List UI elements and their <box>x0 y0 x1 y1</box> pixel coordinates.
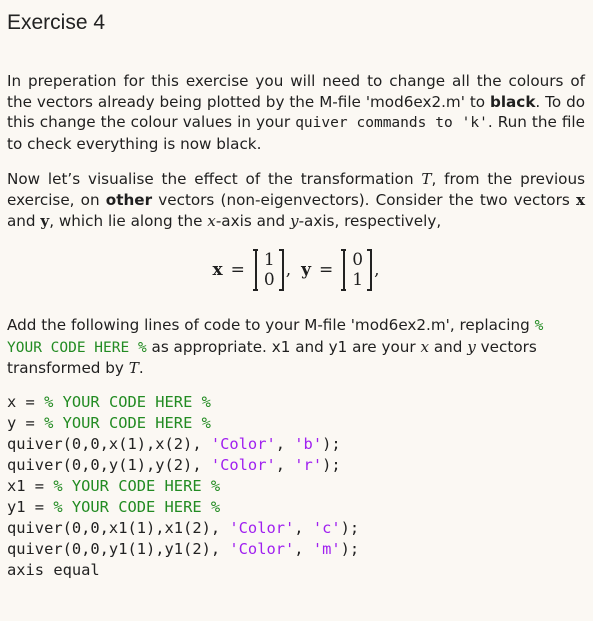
text: , which lie along the <box>49 211 208 230</box>
code-line: quiver(0,0,x(1),x(2), 'Color', 'b'); <box>7 434 585 455</box>
code-text: x = <box>7 392 45 411</box>
code-string: 'Color' <box>210 434 276 453</box>
code-text: , <box>275 434 295 453</box>
transformation-paragraph: Now let’s visualise the effect of the tr… <box>7 169 585 231</box>
x-vec-entry: 1 <box>263 250 275 271</box>
code-text: ); <box>322 455 341 474</box>
code-text: ); <box>340 539 360 558</box>
math-x: x <box>207 211 216 230</box>
code-line: quiver(0,0,y(1),y(2), 'Color', 'r'); <box>7 455 585 476</box>
code-string: 'Color' <box>229 539 295 558</box>
page-title: Exercise 4 <box>7 11 106 34</box>
code-line: y1 = % YOUR CODE HERE % <box>7 497 585 518</box>
bold-black: black <box>489 92 536 111</box>
math-y: y <box>289 211 299 230</box>
instructions-paragraph: Add the following lines of code to your … <box>7 315 585 379</box>
code-text: y1 = <box>7 497 54 516</box>
code-string: 'c' <box>312 518 341 537</box>
code-text: quiver(0,0,x(1),x(2), <box>7 434 211 453</box>
code-comment: % YOUR CODE HERE % <box>44 392 211 411</box>
math-vector-x: x <box>575 190 585 209</box>
exercise-page: Exercise 4 In preperation for this exerc… <box>0 0 593 581</box>
text: Now let’s visualise the effect of the tr… <box>7 170 422 189</box>
text: and <box>7 211 41 230</box>
x-vec-entry: 0 <box>263 270 275 291</box>
text: -axis, respectively, <box>298 211 442 230</box>
code-string: 'r' <box>294 455 323 474</box>
code-comment: % YOUR CODE HERE % <box>53 476 221 495</box>
eq-y-label: y <box>301 260 312 281</box>
code-text: quiver(0,0,y(1),y(2), <box>7 455 211 474</box>
equals-sign: = <box>230 260 245 281</box>
code-text: ); <box>340 518 360 537</box>
code-comment: % YOUR CODE HERE % <box>44 413 211 432</box>
text: as appropriate. x1 and y1 are your <box>146 337 421 356</box>
comma: , <box>285 260 292 281</box>
math-x: x <box>420 337 430 356</box>
code-line: quiver(0,0,y1(1),y1(2), 'Color', 'm'); <box>7 539 585 560</box>
code-string: 'b' <box>294 434 323 453</box>
code-text: ); <box>322 434 341 453</box>
code-text: quiver(0,0,y1(1),y1(2), <box>7 539 230 558</box>
y-vec-entry: 1 <box>352 270 364 291</box>
code-text: y = <box>7 413 45 432</box>
text: vectors (non-eigenvectors). Consider the… <box>152 190 576 209</box>
code-line: x1 = % YOUR CODE HERE % <box>7 476 585 497</box>
code-text: axis equal <box>7 560 100 579</box>
code-block: x = % YOUR CODE HERE % y = % YOUR CODE HE… <box>7 392 585 581</box>
code-comment: % YOUR CODE HERE % <box>53 497 221 516</box>
comma: , <box>374 260 380 281</box>
inline-code: quiver commands to 'k' <box>295 115 488 132</box>
math-y: y <box>467 337 476 356</box>
equals-sign: = <box>319 260 334 281</box>
x-column-vector: 1 0 <box>252 249 286 292</box>
code-line: x = % YOUR CODE HERE % <box>7 392 585 413</box>
code-text: , <box>275 455 295 474</box>
code-text: , <box>294 518 313 537</box>
y-column-vector: 0 1 <box>341 249 374 292</box>
vector-equation: x = 1 0 , y = 0 1 , <box>7 239 585 301</box>
code-string: 'm' <box>312 539 341 558</box>
eq-x-label: x <box>212 260 223 281</box>
text: and <box>429 337 468 356</box>
code-line: axis equal <box>7 560 585 581</box>
text: Add the following lines of code to your … <box>7 316 535 335</box>
y-vec-entry: 0 <box>352 250 364 271</box>
code-line: quiver(0,0,x1(1),x1(2), 'Color', 'c'); <box>7 518 585 539</box>
code-string: 'Color' <box>210 455 276 474</box>
code-line: y = % YOUR CODE HERE % <box>7 413 585 434</box>
math-T: T <box>128 359 139 378</box>
code-text: , <box>294 539 313 558</box>
bold-other: other <box>105 190 153 209</box>
text: . <box>138 359 144 378</box>
text: -axis and <box>215 211 290 230</box>
code-text: x1 = <box>7 476 54 495</box>
math-vector-y: y <box>40 211 50 230</box>
code-text: quiver(0,0,x1(1),x1(2), <box>7 518 230 537</box>
code-string: 'Color' <box>229 518 295 537</box>
math-T: T <box>421 170 432 189</box>
intro-paragraph: In preperation for this exercise you wil… <box>7 71 585 154</box>
